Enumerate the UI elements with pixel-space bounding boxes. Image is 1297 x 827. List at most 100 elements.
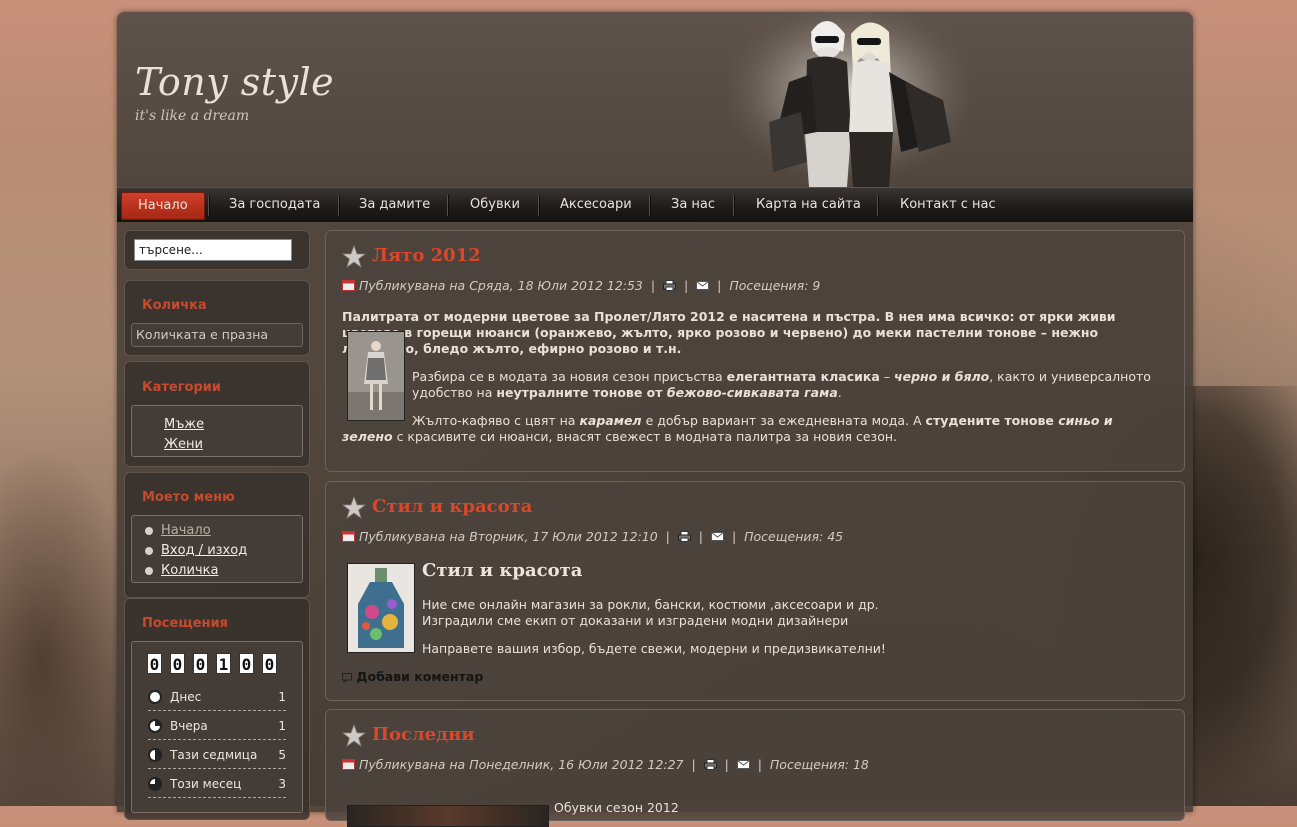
visit-counter: 0 0 0 1 0 0 (147, 653, 287, 675)
print-icon[interactable] (677, 531, 691, 542)
categories-box: Категории Мъже Жени (124, 361, 310, 467)
article-date: Публикувана на Понеделник, 16 Юли 2012 1… (358, 757, 684, 772)
article-visits: Посещения: 45 (744, 529, 844, 544)
visit-stat-row: Тази седмица 5 (148, 746, 286, 769)
star-icon (342, 496, 366, 520)
add-comment-link[interactable]: Добави коментар (342, 669, 483, 684)
article-line: Направете вашия избор, бъдете свежи, мод… (422, 641, 886, 656)
cart-empty-text: Количката е празна (136, 327, 269, 342)
counter-digit: 0 (170, 653, 185, 674)
menu-separator (877, 195, 878, 216)
visit-stat-row: Вчера 1 (148, 717, 286, 740)
print-icon[interactable] (703, 759, 717, 770)
clock-icon (148, 719, 162, 733)
visit-stat-label: Тази седмица (170, 748, 258, 762)
article-line: Изградили сме екип от доказани и изграде… (422, 613, 849, 628)
email-icon[interactable] (736, 759, 750, 770)
calendar-icon (342, 531, 355, 542)
categories-title: Категории (142, 380, 221, 395)
menu-item-shoes[interactable]: Обувки (454, 192, 536, 218)
counter-digit: 0 (262, 653, 277, 674)
cart-panel: Количката е празна (131, 323, 303, 347)
clock-icon (148, 690, 162, 704)
counter-digit: 0 (239, 653, 254, 674)
my-menu-link-login[interactable]: Вход / изход (161, 543, 247, 558)
my-menu-title: Моето меню (142, 490, 235, 505)
menu-item-accessories[interactable]: Аксесоари (544, 192, 648, 218)
article-paragraph: Жълто-кафяво с цвят на карамел е добър в… (342, 413, 1113, 444)
visits-box: Посещения 0 0 0 1 0 0 Днес 1 Вчера 1 Таз… (124, 598, 310, 820)
star-icon (342, 724, 366, 748)
menu-item-women[interactable]: За дамите (343, 192, 446, 218)
email-icon[interactable] (696, 280, 710, 291)
colorful-bottle-thumbnail[interactable] (347, 563, 415, 653)
article-summer-2012: Лято 2012 Публикувана на Сряда, 18 Юли 2… (325, 230, 1185, 472)
visit-stat-value: 5 (278, 748, 286, 762)
article-title[interactable]: Стил и красота (372, 496, 532, 517)
bullet-icon (145, 547, 153, 555)
cart-title: Количка (142, 298, 207, 313)
my-menu-box: Моето меню Начало Вход / изход Количка (124, 472, 310, 598)
article-title[interactable]: Лято 2012 (372, 245, 481, 266)
menu-separator (538, 195, 539, 216)
menu-item-men[interactable]: За господата (213, 192, 336, 218)
article-visits: Посещения: 18 (769, 757, 869, 772)
star-icon (342, 245, 366, 269)
article-intro: Палитрата от модерни цветове за Пролет/Л… (342, 309, 1116, 356)
article-visits: Посещения: 9 (729, 278, 821, 293)
categories-panel: Мъже Жени (131, 405, 303, 457)
my-menu-link-cart[interactable]: Количка (161, 563, 218, 578)
article-paragraph: Разбира се в модата за новия сезон присъ… (412, 369, 1151, 400)
visit-stat-value: 1 (278, 690, 286, 704)
article-meta: Публикувана на Вторник, 17 Юли 2012 12:1… (342, 528, 843, 544)
header-shopping-photo (729, 12, 969, 187)
shoes-thumbnail[interactable] (347, 805, 549, 827)
menu-item-sitemap[interactable]: Карта на сайта (740, 192, 877, 218)
menu-separator (208, 195, 209, 216)
menu-item-about[interactable]: За нас (655, 192, 731, 218)
article-meta: Публикувана на Сряда, 18 Юли 2012 12:53 … (342, 277, 820, 293)
article-date: Публикувана на Сряда, 18 Юли 2012 12:53 (358, 278, 643, 293)
visit-stat-label: Този месец (170, 777, 242, 791)
clock-icon (148, 777, 162, 791)
visit-stat-label: Днес (170, 690, 202, 704)
article-body: Палитрата от модерни цветове за Пролет/Л… (342, 309, 1162, 357)
add-comment-label: Добави коментар (356, 669, 484, 684)
search-input[interactable] (134, 239, 292, 261)
fashion-model-thumbnail[interactable] (347, 331, 405, 421)
email-icon[interactable] (710, 531, 724, 542)
article-line: Обувки сезон 2012 (554, 800, 679, 815)
search-box (124, 230, 310, 270)
visit-stat-row: Днес 1 (148, 688, 286, 711)
visits-title: Посещения (142, 616, 228, 631)
cart-box: Количка Количката е празна (124, 280, 310, 356)
site-slogan: it's like a dream (135, 108, 250, 124)
page-wrapper: Tony style it's like a dream Начало За г… (117, 12, 1193, 827)
article-line: Ние сме онлайн магазин за рокли, бански,… (422, 597, 879, 612)
bullet-icon (145, 567, 153, 575)
visits-panel: 0 0 0 1 0 0 Днес 1 Вчера 1 Тази седмица … (131, 641, 303, 813)
visit-stat-value: 3 (278, 777, 286, 791)
counter-digit: 0 (193, 653, 208, 674)
counter-digit: 1 (216, 653, 231, 674)
main-menu: Начало За господата За дамите Обувки Акс… (117, 187, 1193, 222)
menu-item-home[interactable]: Начало (121, 192, 205, 220)
menu-separator (733, 195, 734, 216)
visit-stat-label: Вчера (170, 719, 208, 733)
menu-item-contact[interactable]: Контакт с нас (884, 192, 1012, 218)
article-latest: Последни Публикувана на Понеделник, 16 Ю… (325, 709, 1185, 827)
article-title[interactable]: Последни (372, 724, 475, 745)
comment-icon (342, 672, 352, 684)
bullet-icon (145, 527, 153, 535)
site-title[interactable]: Tony style (135, 60, 334, 104)
category-link-women[interactable]: Жени (164, 437, 203, 452)
menu-separator (338, 195, 339, 216)
article-heading: Стил и красота (422, 560, 583, 581)
menu-separator (649, 195, 650, 216)
article-meta: Публикувана на Понеделник, 16 Юли 2012 1… (342, 756, 869, 772)
category-link-men[interactable]: Мъже (164, 417, 204, 432)
my-menu-link-home[interactable]: Начало (161, 523, 211, 538)
menu-separator (447, 195, 448, 216)
calendar-icon (342, 759, 355, 770)
print-icon[interactable] (663, 280, 677, 291)
